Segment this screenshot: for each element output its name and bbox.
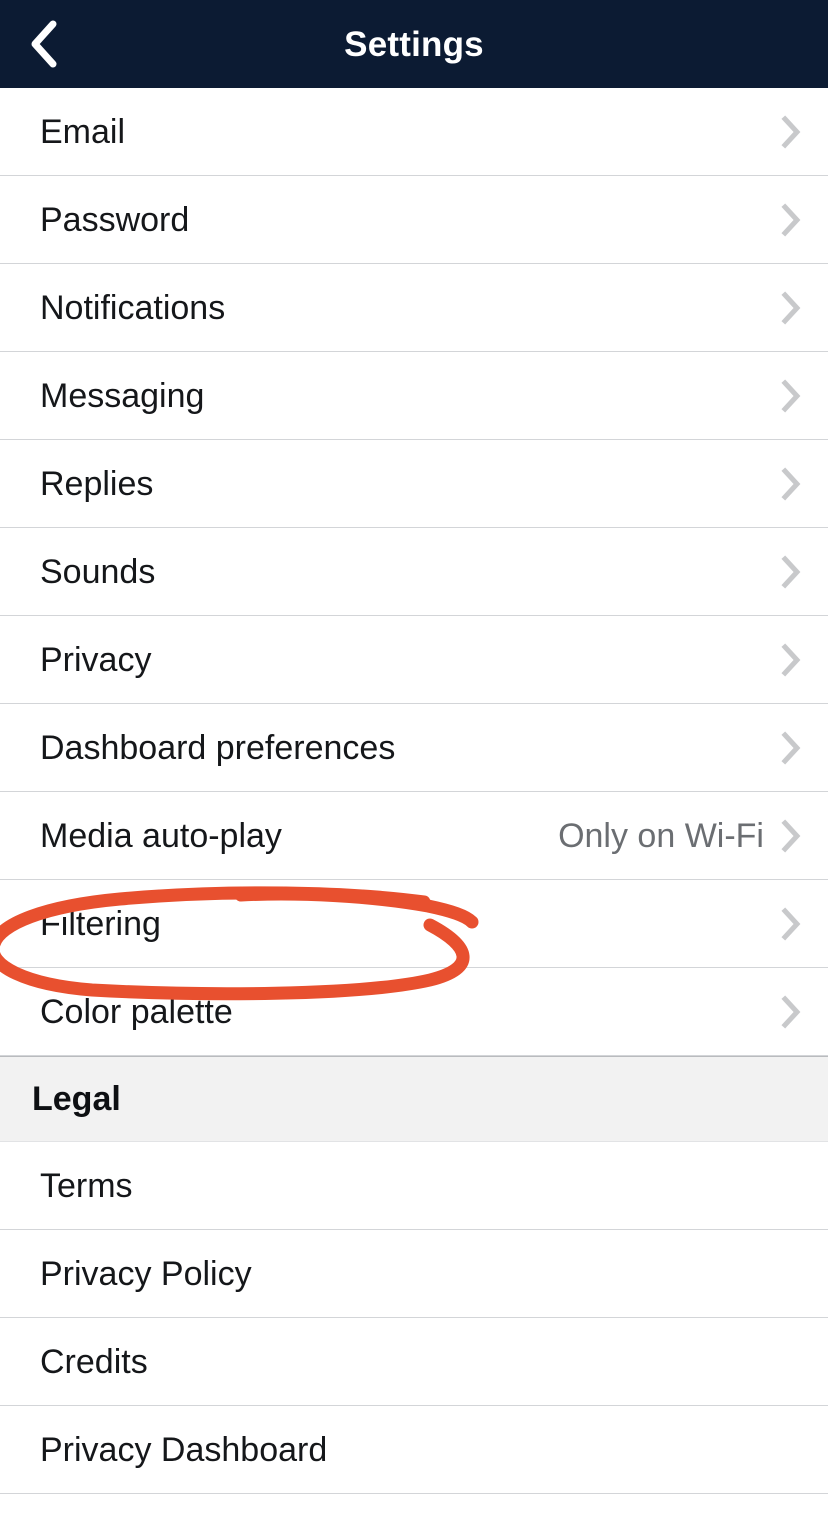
row-label: Password — [40, 200, 190, 239]
row-label: Dashboard preferences — [40, 728, 396, 767]
chevron-right-icon — [778, 290, 804, 325]
row-label: Credits — [40, 1342, 148, 1381]
settings-row-notifications[interactable]: Notifications — [0, 264, 828, 352]
settings-row-credits[interactable]: Credits — [0, 1318, 828, 1406]
settings-row-email[interactable]: Email — [0, 88, 828, 176]
chevron-right-icon — [778, 730, 804, 765]
row-label: Terms — [40, 1166, 133, 1205]
row-value: Only on Wi-Fi — [558, 816, 764, 855]
row-label: Replies — [40, 464, 154, 503]
row-label: Filtering — [40, 904, 161, 943]
row-label: Color palette — [40, 992, 233, 1031]
settings-row-privacy[interactable]: Privacy — [0, 616, 828, 704]
chevron-right-icon — [778, 906, 804, 941]
settings-screen: Settings Email Password Notifications Me… — [0, 0, 828, 1515]
navigation-bar: Settings — [0, 0, 828, 88]
row-label: Messaging — [40, 376, 205, 415]
page-title: Settings — [344, 24, 484, 64]
section-header-label: Legal — [32, 1080, 121, 1118]
row-label: Sounds — [40, 552, 156, 591]
chevron-right-icon — [778, 554, 804, 589]
settings-row-media-auto-play[interactable]: Media auto-play Only on Wi-Fi — [0, 792, 828, 880]
settings-row-filtering[interactable]: Filtering — [0, 880, 828, 968]
settings-row-sounds[interactable]: Sounds — [0, 528, 828, 616]
settings-row-replies[interactable]: Replies — [0, 440, 828, 528]
row-label: Privacy — [40, 640, 152, 679]
chevron-right-icon — [778, 994, 804, 1029]
chevron-right-icon — [778, 378, 804, 413]
back-button[interactable] — [8, 0, 80, 88]
row-label: Privacy Policy — [40, 1254, 252, 1293]
chevron-right-icon — [778, 202, 804, 237]
chevron-right-icon — [778, 114, 804, 149]
section-header-legal: Legal — [0, 1056, 828, 1142]
settings-row-dashboard-preferences[interactable]: Dashboard preferences — [0, 704, 828, 792]
settings-row-privacy-policy[interactable]: Privacy Policy — [0, 1230, 828, 1318]
settings-list: Email Password Notifications Messaging R… — [0, 88, 828, 1494]
row-label: Notifications — [40, 288, 226, 327]
chevron-right-icon — [778, 642, 804, 677]
chevron-right-icon — [778, 818, 804, 853]
settings-row-messaging[interactable]: Messaging — [0, 352, 828, 440]
settings-row-terms[interactable]: Terms — [0, 1142, 828, 1230]
row-label: Privacy Dashboard — [40, 1430, 328, 1469]
chevron-right-icon — [778, 466, 804, 501]
row-label: Email — [40, 112, 126, 151]
settings-row-password[interactable]: Password — [0, 176, 828, 264]
chevron-left-icon — [27, 18, 61, 70]
settings-row-color-palette[interactable]: Color palette — [0, 968, 828, 1056]
settings-row-privacy-dashboard[interactable]: Privacy Dashboard — [0, 1406, 828, 1494]
row-label: Media auto-play — [40, 816, 282, 855]
